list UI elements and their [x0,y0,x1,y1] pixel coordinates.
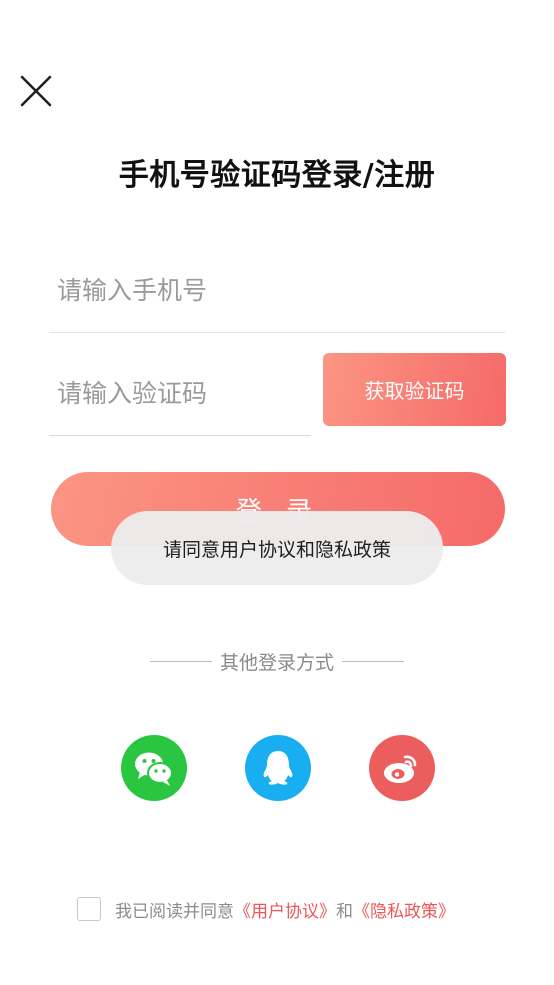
close-icon [20,75,52,107]
get-code-button[interactable]: 获取验证码 [323,353,506,426]
page-title: 手机号验证码登录/注册 [118,158,436,193]
close-button[interactable] [18,73,54,109]
agreement-prefix: 我已阅读并同意 [115,901,234,922]
phone-input-row [49,250,506,333]
weibo-icon [384,755,417,783]
agreement-conjunction: 和 [336,901,353,922]
other-login-label: 其他登录方式 [219,651,334,674]
verification-code-input[interactable] [55,367,308,419]
agreement-checkbox[interactable] [77,897,101,921]
qq-icon [263,751,293,785]
user-agreement-link[interactable]: 《用户协议》 [234,902,336,922]
toast: 请同意用户协议和隐私政策 [111,511,443,585]
agreement-row: 我已阅读并同意《用户协议》和《隐私政策》 [77,895,455,923]
agreement-text: 我已阅读并同意《用户协议》和《隐私政策》 [115,897,455,922]
phone-input[interactable] [55,264,494,316]
qq-login-button[interactable] [245,735,311,801]
privacy-policy-link[interactable]: 《隐私政策》 [353,902,455,922]
divider-line-right [342,660,404,662]
code-input-row [49,353,311,436]
wechat-icon [135,752,173,786]
wechat-login-button[interactable] [121,735,187,801]
weibo-login-button[interactable] [369,735,435,801]
get-code-label: 获取验证码 [364,379,465,403]
toast-message: 请同意用户协议和隐私政策 [162,538,391,561]
divider-line-left [149,660,212,662]
other-login-divider: 其他登录方式 [0,646,554,676]
